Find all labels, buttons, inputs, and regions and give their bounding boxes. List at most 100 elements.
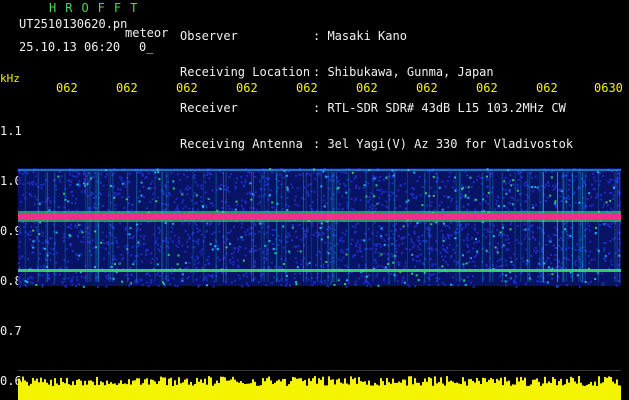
noise-speck	[524, 228, 527, 231]
level-bar	[252, 379, 254, 400]
noise-speck	[77, 236, 80, 239]
noise-speck	[117, 262, 120, 264]
noise-speck	[28, 193, 31, 196]
noise-speck	[124, 228, 127, 231]
noise-speck	[254, 233, 257, 236]
noise-streak	[98, 172, 100, 282]
noise-speck	[547, 257, 550, 260]
level-bar	[190, 381, 192, 400]
noise-speck	[456, 224, 459, 227]
noise-speck	[69, 173, 72, 176]
noise-speck	[586, 222, 589, 225]
noise-speck	[575, 243, 578, 246]
noise-speck	[368, 238, 371, 241]
noise-speck	[352, 254, 355, 257]
noise-speck	[385, 176, 388, 179]
noise-speck	[133, 260, 136, 263]
noise-speck	[443, 249, 446, 252]
noise-streak	[619, 172, 621, 282]
noise-speck	[128, 172, 131, 175]
noise-streak	[436, 172, 438, 282]
noise-speck	[211, 189, 214, 192]
noise-speck	[244, 254, 247, 257]
level-bar	[74, 384, 76, 400]
noise-speck	[248, 191, 251, 194]
noise-speck	[177, 173, 180, 176]
noise-speck	[213, 231, 216, 234]
noise-speck	[231, 256, 234, 259]
noise-speck	[71, 201, 73, 204]
noise-speck	[361, 255, 364, 258]
noise-speck	[419, 253, 422, 256]
noise-speck	[114, 192, 116, 194]
time-tick: 062	[476, 81, 498, 95]
noise-speck	[231, 208, 234, 211]
noise-speck	[373, 243, 376, 246]
noise-speck	[194, 263, 197, 266]
noise-speck	[340, 250, 342, 253]
noise-speck	[71, 283, 74, 286]
noise-speck	[373, 204, 376, 207]
noise-speck	[599, 179, 602, 182]
noise-speck	[321, 226, 324, 228]
noise-speck	[477, 175, 480, 178]
freq-unit-label: kHz	[0, 72, 20, 85]
carrier-edge	[18, 220, 621, 222]
noise-speck	[610, 191, 613, 194]
noise-speck	[360, 239, 363, 242]
noise-speck	[300, 263, 303, 266]
noise-speck	[415, 197, 418, 200]
noise-speck	[426, 227, 429, 230]
noise-speck	[120, 179, 123, 182]
noise-speck	[172, 277, 175, 280]
noise-speck	[101, 239, 104, 242]
noise-speck	[124, 245, 127, 248]
noise-speck	[525, 248, 528, 251]
level-bar	[428, 377, 430, 400]
time-tick: 062	[176, 81, 198, 95]
noise-streak	[584, 172, 586, 282]
noise-speck	[340, 240, 343, 243]
noise-streak	[333, 172, 335, 282]
noise-streak	[136, 172, 138, 282]
noise-speck	[227, 186, 230, 189]
noise-speck	[41, 285, 44, 288]
noise-speck	[311, 201, 314, 204]
noise-speck	[487, 230, 490, 233]
noise-speck	[525, 263, 528, 266]
noise-speck	[72, 250, 74, 253]
noise-speck	[150, 252, 153, 255]
noise-speck	[363, 281, 366, 284]
noise-speck	[50, 247, 53, 250]
noise-speck	[240, 175, 243, 178]
noise-speck	[170, 230, 173, 233]
level-bar	[156, 383, 158, 400]
noise-speck	[342, 182, 345, 185]
level-bar	[154, 381, 156, 400]
noise-speck	[261, 194, 264, 197]
noise-speck	[34, 175, 37, 178]
level-bar	[286, 385, 288, 400]
noise-speck	[612, 197, 614, 200]
noise-streak	[514, 172, 516, 282]
noise-speck	[318, 172, 320, 175]
level-bar	[404, 379, 406, 400]
noise-speck	[21, 172, 24, 175]
level-bar	[306, 385, 308, 400]
grid-line	[18, 370, 621, 371]
noise-speck	[485, 249, 488, 252]
noise-speck	[68, 236, 71, 239]
noise-speck	[78, 184, 81, 187]
noise-speck	[229, 261, 232, 264]
level-bar	[118, 383, 120, 400]
noise-speck	[342, 251, 345, 254]
noise-speck	[295, 245, 298, 248]
level-bar	[312, 378, 314, 400]
noise-speck	[32, 183, 34, 186]
noise-speck	[181, 192, 184, 194]
noise-speck	[496, 260, 499, 263]
level-bar	[554, 378, 556, 400]
noise-speck	[490, 191, 493, 194]
noise-speck	[426, 204, 428, 207]
level-bar	[402, 379, 404, 400]
